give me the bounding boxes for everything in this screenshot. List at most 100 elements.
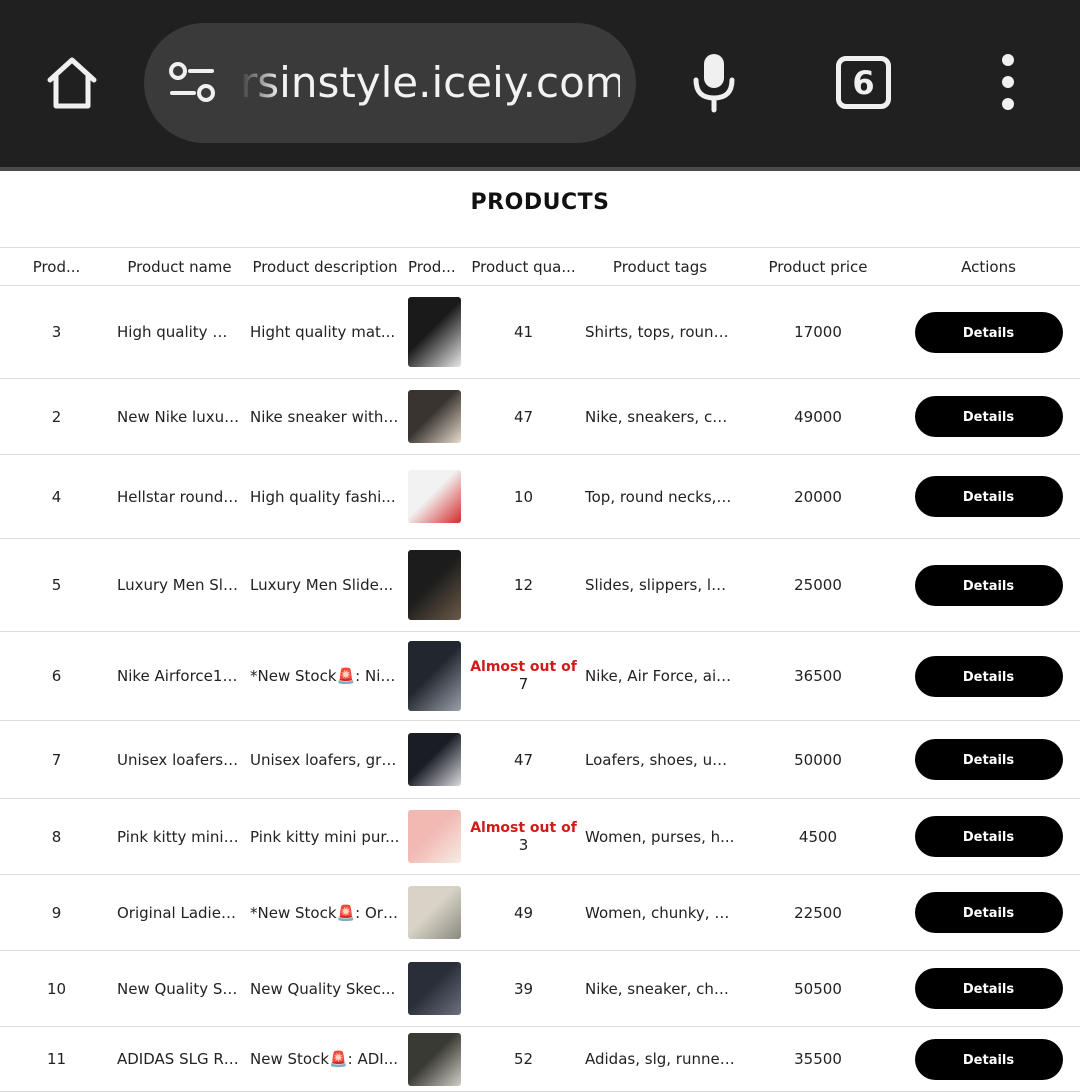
product-tags-cell: Nike, sneakers, che... (581, 378, 739, 455)
product-id-cell: 7 (0, 720, 113, 799)
actions-cell: Details (897, 874, 1080, 951)
product-id-cell: 8 (0, 798, 113, 875)
actions-cell: Details (897, 720, 1080, 799)
product-description-cell: New Quality Skec... (246, 950, 404, 1027)
product-description-cell: Luxury Men Slide... (246, 538, 404, 632)
product-id-cell: 4 (0, 454, 113, 539)
product-id-cell: 5 (0, 538, 113, 632)
browser-toolbar: rsinstyle.iceiy.com 6 (0, 0, 1080, 167)
product-quantity-cell: 49 (466, 874, 581, 951)
product-price-cell: 25000 (739, 538, 897, 632)
product-id-cell: 6 (0, 631, 113, 721)
details-button[interactable]: Details (914, 892, 1063, 933)
product-name-cell: Nike Airforce1 Cust... (113, 631, 246, 721)
details-button[interactable]: Details (914, 564, 1063, 606)
header-product-price[interactable]: Product price (739, 247, 897, 286)
product-price-cell: 4500 (739, 798, 897, 875)
product-thumbnail (408, 390, 461, 443)
product-name-cell: High quality WHO... (113, 285, 246, 379)
product-image-cell (404, 720, 466, 799)
product-image-cell (404, 631, 466, 721)
product-quantity: 47 (513, 750, 534, 769)
header-product-tags[interactable]: Product tags (581, 247, 739, 286)
url-text[interactable]: rsinstyle.iceiy.com (240, 51, 620, 115)
product-quantity: 10 (513, 487, 534, 506)
product-id-cell: 10 (0, 950, 113, 1027)
product-name-cell: Original Ladies Pa... (113, 874, 246, 951)
product-tags-cell: Shirts, tops, roundn... (581, 285, 739, 379)
home-icon[interactable] (40, 50, 104, 114)
product-quantity-cell: 41 (466, 285, 581, 379)
product-price-cell: 17000 (739, 285, 897, 379)
microphone-icon[interactable] (688, 50, 740, 114)
tab-switcher-button[interactable]: 6 (836, 56, 891, 109)
product-name-cell: New Nike luxury s... (113, 378, 246, 455)
table-row: 5 Luxury Men Slide Luxury Men Slide... 12 Sl… (0, 538, 1080, 632)
product-quantity: 7 (518, 675, 529, 693)
product-thumbnail (408, 641, 461, 711)
product-price-cell: 35500 (739, 1026, 897, 1092)
details-button[interactable]: Details (914, 816, 1063, 857)
actions-cell: Details (897, 631, 1080, 721)
product-tags-cell: Nike, Air Force, airf... (581, 631, 739, 721)
product-quantity: 52 (513, 1050, 534, 1068)
product-tags-cell: Top, round necks, s... (581, 454, 739, 539)
actions-cell: Details (897, 378, 1080, 455)
product-id-cell: 9 (0, 874, 113, 951)
product-quantity-cell: 12 (466, 538, 581, 632)
table-row: 3High quality WHO...Hight quality mat...… (0, 285, 1080, 379)
details-button[interactable]: Details (914, 476, 1063, 517)
details-button[interactable]: Details (914, 739, 1063, 780)
actions-cell: Details (897, 538, 1080, 632)
product-thumbnail (408, 297, 461, 367)
product-name-cell: Luxury Men Slide (113, 538, 246, 632)
details-button[interactable]: Details (914, 396, 1063, 437)
product-image-cell (404, 538, 466, 632)
header-product-id[interactable]: Prod... (0, 247, 113, 286)
actions-cell: Details (897, 950, 1080, 1027)
product-price-cell: 49000 (739, 378, 897, 455)
site-settings-icon[interactable] (168, 61, 216, 105)
product-price-cell: 20000 (739, 454, 897, 539)
product-name-cell: New Quality Skec... (113, 950, 246, 1027)
product-tags-cell: Women, purses, h... (581, 798, 739, 875)
details-button[interactable]: Details (914, 968, 1063, 1009)
product-tags-cell: Nike, sneaker, che... (581, 950, 739, 1027)
details-button[interactable]: Details (914, 311, 1063, 353)
header-product-description[interactable]: Product description (246, 247, 404, 286)
product-quantity-cell: 47 (466, 378, 581, 455)
header-product-name[interactable]: Product name (113, 247, 246, 286)
product-name-cell: Pink kitty mini pur... (113, 798, 246, 875)
product-quantity-cell: Almost out of 7 (466, 631, 581, 721)
product-name-cell: ADIDAS SLG RUN... (113, 1026, 246, 1092)
actions-cell: Details (897, 285, 1080, 379)
table-row: 10New Quality Skec...New Quality Skec...… (0, 950, 1080, 1027)
product-price-cell: 36500 (739, 631, 897, 721)
product-description-cell: Hight quality mat... (246, 285, 404, 379)
product-quantity-cell: 10 (466, 454, 581, 539)
product-id-cell: 3 (0, 285, 113, 379)
product-description-cell: *New Stock🚨: Ori... (246, 874, 404, 951)
more-options-icon[interactable] (994, 52, 1022, 112)
product-thumbnail (408, 962, 461, 1015)
product-price-cell: 22500 (739, 874, 897, 951)
product-image-cell (404, 285, 466, 379)
table-row: 7Unisex loafers, gra...Unisex loafers, g… (0, 720, 1080, 799)
product-image-cell (404, 1026, 466, 1092)
product-quantity: 12 (513, 576, 534, 594)
product-image-cell (404, 378, 466, 455)
product-name-cell: Hellstar round neck (113, 454, 246, 539)
product-quantity: 3 (518, 835, 529, 854)
actions-cell: Details (897, 1026, 1080, 1092)
header-product-quantity[interactable]: Product qua... (466, 247, 581, 286)
details-button[interactable]: Details (914, 1038, 1063, 1080)
product-description-cell: High quality fashi... (246, 454, 404, 539)
product-description-cell: *New Stock🚨: Nik... (246, 631, 404, 721)
product-description-cell: Nike sneaker with ... (246, 378, 404, 455)
table-row: 2New Nike luxury s...Nike sneaker with .… (0, 378, 1080, 455)
product-id-cell: 11 (0, 1026, 113, 1092)
header-product-image[interactable]: Prod... (404, 247, 466, 286)
details-button[interactable]: Details (914, 655, 1063, 697)
address-bar[interactable]: rsinstyle.iceiy.com (144, 23, 636, 143)
header-actions: Actions (897, 247, 1080, 286)
